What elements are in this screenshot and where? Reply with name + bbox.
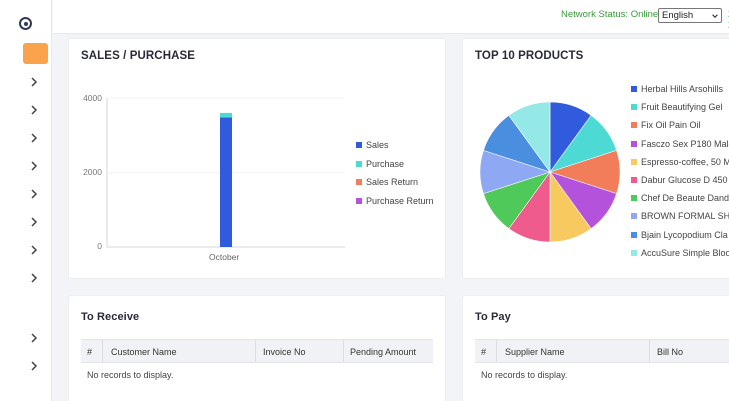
column-divider xyxy=(343,340,344,362)
to-pay-table-header: # Supplier Name Bill No xyxy=(475,339,729,363)
chevron-right-icon[interactable] xyxy=(29,331,39,345)
column-header-pending-amount[interactable]: Pending Amount xyxy=(350,347,416,357)
legend-item[interactable]: Sales Return xyxy=(356,177,418,187)
chevron-right-icon[interactable] xyxy=(29,75,39,89)
legend-swatch xyxy=(631,195,637,202)
chevron-right-icon[interactable] xyxy=(29,243,39,257)
column-header-bill-no[interactable]: Bill No xyxy=(657,347,683,357)
legend-swatch xyxy=(631,249,637,256)
legend-item[interactable]: Espresso-coffee, 50 M xyxy=(631,157,729,167)
x-tick-label: October xyxy=(209,252,240,262)
legend-swatch xyxy=(631,140,637,147)
legend-label: Herbal Hills Arsohills xyxy=(641,84,724,94)
network-status: Network Status: Online xyxy=(561,9,659,20)
chevron-down-icon xyxy=(712,14,718,18)
column-header-index[interactable]: # xyxy=(481,347,486,357)
legend-swatch xyxy=(631,122,637,129)
legend-label: Fasczo Sex P180 Male xyxy=(641,138,729,149)
legend-swatch xyxy=(356,160,362,167)
legend-item[interactable]: Herbal Hills Arsohills xyxy=(631,84,729,94)
bar-sales[interactable] xyxy=(220,117,232,248)
legend-item[interactable]: Chef De Beaute Dand xyxy=(631,193,729,203)
legend-item[interactable]: Purchase Return xyxy=(356,196,434,206)
legend-item[interactable]: Sales xyxy=(356,140,389,150)
legend-swatch xyxy=(631,86,637,92)
language-select-value: English xyxy=(662,10,694,21)
legend-swatch xyxy=(356,197,362,204)
chevron-right-icon[interactable] xyxy=(29,215,39,229)
chevron-right-icon[interactable] xyxy=(29,359,39,373)
logo-icon[interactable] xyxy=(19,17,32,30)
legend-item[interactable]: Purchase xyxy=(356,159,404,169)
legend-label: Fix Oil Pain Oil xyxy=(641,120,701,131)
bar-purchase[interactable] xyxy=(220,112,232,118)
language-select[interactable]: English xyxy=(658,8,722,23)
to-pay-card: To Pay # Supplier Name Bill No No record… xyxy=(462,295,729,401)
legend-label: Chef De Beaute Dand xyxy=(641,193,729,204)
legend-item[interactable]: Bjain Lycopodium Cla xyxy=(631,230,729,240)
chevron-right-icon[interactable] xyxy=(29,187,39,201)
sidebar-item-active[interactable] xyxy=(23,43,48,64)
legend-swatch xyxy=(631,104,637,111)
to-receive-card: To Receive # Customer Name Invoice No Pe… xyxy=(68,295,446,401)
legend-label: Fruit Beautifying Gel xyxy=(641,102,723,113)
legend-label: Espresso-coffee, 50 M xyxy=(641,156,729,167)
column-header-index[interactable]: # xyxy=(87,347,92,357)
column-divider xyxy=(496,340,497,362)
top-bar: Network Status: Online English 2024-2025 xyxy=(53,0,729,34)
legend-swatch xyxy=(631,231,637,238)
legend-item[interactable]: Fruit Beautifying Gel xyxy=(631,102,729,112)
legend-label: Sales Return xyxy=(366,177,419,187)
to-receive-title: To Receive xyxy=(81,311,140,323)
column-divider xyxy=(255,340,256,362)
sales-purchase-card: SALES / PURCHASE 4000 2000 0 October Sal… xyxy=(68,38,446,279)
legend-swatch xyxy=(631,158,637,165)
legend-label: Sales xyxy=(366,140,389,150)
chevron-right-icon[interactable] xyxy=(29,103,39,117)
column-header-supplier-name[interactable]: Supplier Name xyxy=(505,347,565,357)
legend-label: Purchase xyxy=(366,158,405,169)
top-products-card: TOP 10 PRODUCTS Herbal Hills Arsohills Fr… xyxy=(462,38,729,279)
column-header-invoice-no[interactable]: Invoice No xyxy=(263,347,306,357)
column-divider xyxy=(102,340,103,362)
legend-item[interactable]: BROWN FORMAL SH xyxy=(631,211,729,221)
empty-state-text: No records to display. xyxy=(481,370,568,380)
legend-label: Dabur Glucose D 450 xyxy=(641,175,728,185)
legend-swatch xyxy=(356,179,362,185)
empty-state-text: No records to display. xyxy=(87,370,174,380)
column-divider xyxy=(649,340,650,362)
to-receive-table-header: # Customer Name Invoice No Pending Amoun… xyxy=(81,339,433,363)
legend-swatch xyxy=(631,177,637,183)
legend-item[interactable]: Fix Oil Pain Oil xyxy=(631,120,729,130)
legend-label: BROWN FORMAL SH xyxy=(641,211,729,222)
legend-label: AccuSure Simple Bloo xyxy=(641,247,729,258)
legend-label: Purchase Return xyxy=(366,195,434,206)
legend-item[interactable]: AccuSure Simple Bloo xyxy=(631,248,729,258)
legend-label: Bjain Lycopodium Cla xyxy=(641,229,728,240)
chevron-right-icon[interactable] xyxy=(29,131,39,145)
chevron-right-icon[interactable] xyxy=(29,271,39,285)
sidebar xyxy=(0,0,52,401)
legend-item[interactable]: Dabur Glucose D 450 xyxy=(631,175,729,185)
legend-item[interactable]: Fasczo Sex P180 Male xyxy=(631,139,729,149)
to-pay-title: To Pay xyxy=(475,311,511,323)
column-header-customer-name[interactable]: Customer Name xyxy=(111,347,177,357)
legend-swatch xyxy=(356,142,362,148)
legend-swatch xyxy=(631,213,637,220)
chevron-right-icon[interactable] xyxy=(29,159,39,173)
